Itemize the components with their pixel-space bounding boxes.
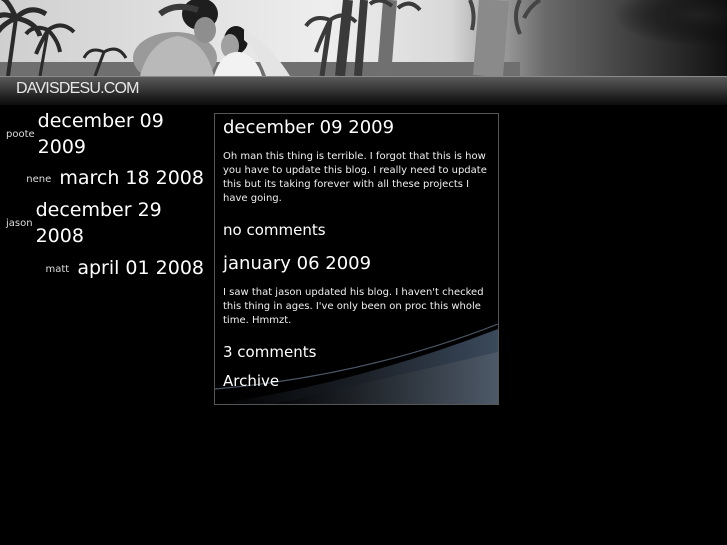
site-header: DAVISDESU.COM (0, 0, 727, 105)
sidebar-entry-author: jason (6, 217, 33, 229)
sidebar-entry-date[interactable]: march 18 2008 (59, 167, 204, 189)
sidebar-entry[interactable]: nene march 18 2008 (26, 165, 204, 191)
sidebar-entry[interactable]: poote december 09 2009 (6, 108, 168, 160)
post-body: I saw that jason updated his blog. I hav… (223, 287, 484, 326)
sidebar-entry[interactable]: matt april 01 2008 (46, 255, 205, 281)
post-comments-link[interactable]: no comments (223, 220, 493, 240)
sidebar-entry-author: nene (26, 174, 52, 185)
site-title[interactable]: DAVISDESU.COM (16, 80, 139, 98)
sidebar-entry-date[interactable]: december 09 2009 (38, 108, 168, 160)
post-body: Oh man this thing is terrible. I forgot … (223, 151, 487, 204)
header-photo (0, 0, 727, 76)
post-date[interactable]: january 06 2009 (223, 252, 493, 276)
blog-post: january 06 2009 I saw that jason updated… (223, 252, 493, 362)
sidebar-entry-author: matt (45, 264, 70, 275)
main-content: december 09 2009 Oh man this thing is te… (214, 113, 499, 405)
post-date[interactable]: december 09 2009 (223, 116, 493, 140)
blog-post: december 09 2009 Oh man this thing is te… (223, 116, 493, 240)
sidebar-entry-date[interactable]: april 01 2008 (77, 257, 204, 279)
sidebar-entry-date[interactable]: december 29 2008 (36, 197, 166, 249)
sidebar-entry-author: poote (6, 128, 35, 140)
archive-link[interactable]: Archive (223, 372, 279, 390)
sidebar-entry[interactable]: jason december 29 2008 (6, 197, 166, 249)
post-comments-link[interactable]: 3 comments (223, 342, 493, 362)
